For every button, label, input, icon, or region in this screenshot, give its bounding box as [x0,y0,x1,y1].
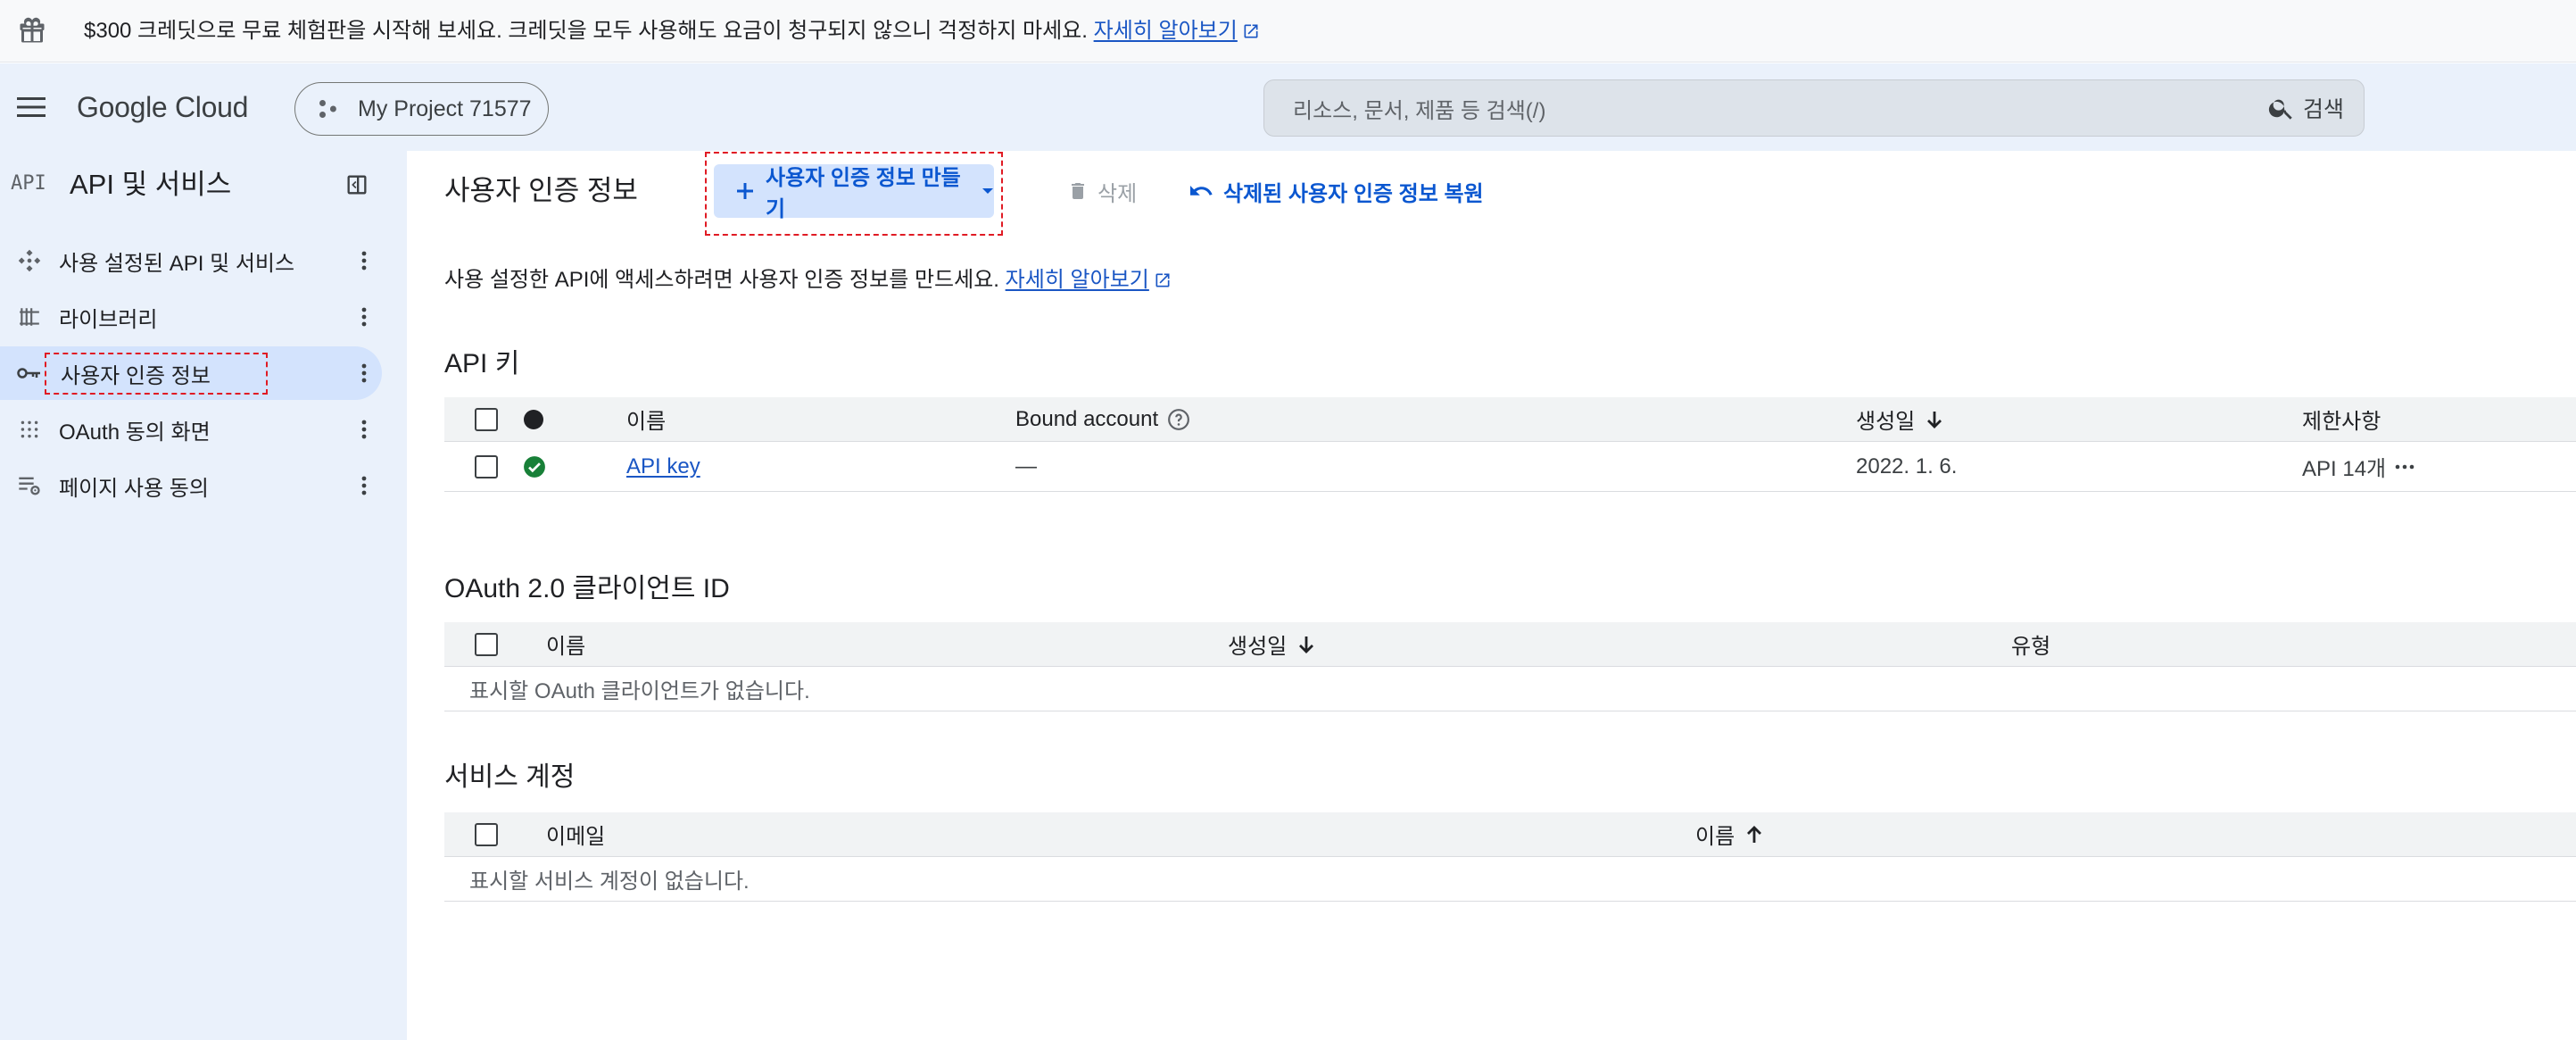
status-column-icon [523,409,544,430]
restore-deleted-credentials-button[interactable]: 삭제된 사용자 인증 정보 복원 [1188,164,1484,218]
collapse-sidebar-icon[interactable] [344,172,369,197]
api-key-name-link[interactable]: API key [626,454,700,479]
banner-learn-more-link[interactable]: 자세히 알아보기 [1094,19,1238,43]
restore-label: 삭제된 사용자 인증 정보 복원 [1223,181,1484,206]
check-circle-icon [523,455,546,478]
sidebar-header: API API 및 서비스 [0,151,407,219]
search-bar[interactable]: 리소스, 문서, 제품 등 검색(/) 검색 [1263,79,2365,137]
sidebar-item-library[interactable]: 라이브러리 [0,290,382,344]
sidebar-title: API 및 서비스 [70,169,232,200]
arrow-down-icon[interactable] [1296,633,1317,656]
search-button-label: 검색 [2302,97,2344,122]
sidebar-item-enabled-apis[interactable]: 사용 설정된 API 및 서비스 [0,234,382,287]
page-title: 사용자 인증 정보 [444,175,638,206]
api-diamond-icon [0,248,59,273]
intro-text: 사용 설정한 API에 액세스하려면 사용자 인증 정보를 만드세요. [444,268,999,292]
restrictions-value: API 14개 [2302,457,2387,481]
more-horiz-icon[interactable] [2395,464,2414,470]
search-input[interactable]: 리소스, 문서, 제품 등 검색(/) [1293,93,2267,124]
plus-icon [735,181,755,201]
table-row: API key — 2022. 1. 6. API 14개 [444,442,2576,492]
undo-icon [1188,180,1214,202]
service-accounts-empty-message: 표시할 서비스 계정이 없습니다. [469,869,750,894]
empty-row: 표시할 OAuth 클라이언트가 없습니다. [444,667,2576,711]
sidebar-item-label: 사용 설정된 API 및 서비스 [59,251,295,276]
trash-icon [1067,179,1089,203]
project-name: My Project 71577 [358,96,532,121]
more-vert-icon[interactable] [346,476,382,495]
sidebar-item-credentials[interactable]: 사용자 인증 정보 [0,346,382,400]
create-credentials-label: 사용자 인증 정보 만들기 [766,166,961,221]
create-credentials-button[interactable]: 사용자 인증 정보 만들기 [714,164,994,221]
select-all-checkbox[interactable] [475,822,498,846]
sidebar: API API 및 서비스 사용 설정된 API 및 서비스 라이브러리 사용자… [0,151,407,1040]
bound-account-value: — [1015,453,1037,478]
sidebar-item-label: OAuth 동의 화면 [59,420,211,445]
column-header-name[interactable]: 이름 [546,628,585,660]
more-vert-icon[interactable] [346,251,382,270]
main-content: 사용자 인증 정보 사용자 인증 정보 만들기 삭제 삭제된 사용자 인증 정보… [407,151,2576,1040]
column-header-type[interactable]: 유형 [2011,628,2050,660]
search-button[interactable]: 검색 [2267,92,2364,124]
service-accounts-section-title: 서비스 계정 [444,762,576,792]
delete-label: 삭제 [1097,181,1138,206]
service-accounts-table-header: 이메일 이름 [444,812,2576,857]
api-keys-table-header: 이름 Bound account 생성일 제한사항 [444,397,2576,442]
column-header-email[interactable]: 이메일 [546,819,605,850]
intro-text-block: 사용 설정한 API에 액세스하려면 사용자 인증 정보를 만드세요. 자세히 … [444,262,1172,293]
external-link-icon [1154,271,1172,289]
main-menu-button[interactable] [11,87,52,128]
delete-button[interactable]: 삭제 [1067,164,1137,218]
banner-text: $300 크레딧으로 무료 체험판을 시작해 보세요. 크레딧을 모두 사용해도… [84,19,1088,43]
gift-icon [16,14,48,46]
promo-banner: $300 크레딧으로 무료 체험판을 시작해 보세요. 크레딧을 모두 사용해도… [0,0,2576,62]
project-picker-button[interactable]: My Project 71577 [294,82,549,136]
api-badge-icon: API [11,172,46,195]
sidebar-item-label: 페이지 사용 동의 [59,476,209,501]
oauth-empty-message: 표시할 OAuth 클라이언트가 없습니다. [469,679,810,703]
created-date: 2022. 1. 6. [1856,453,1958,478]
more-vert-icon[interactable] [346,420,382,439]
intro-learn-more-link[interactable]: 자세히 알아보기 [1006,268,1149,292]
more-vert-icon[interactable] [346,307,382,327]
top-bar: Google Cloud My Project 71577 리소스, 문서, 제… [0,63,2576,151]
arrow-up-icon[interactable] [1744,823,1765,846]
search-icon [2267,94,2296,122]
column-header-name[interactable]: 이름 [1695,819,1735,850]
oauth-dots-icon [0,418,59,441]
column-header-restrictions: 제한사항 [2302,410,2381,434]
select-all-checkbox[interactable] [475,632,498,656]
more-vert-icon[interactable] [346,363,382,383]
column-header-name[interactable]: 이름 [626,404,666,435]
help-icon[interactable] [1167,408,1190,431]
row-checkbox[interactable] [475,454,498,478]
api-keys-section-title: API 키 [444,349,520,379]
empty-row: 표시할 서비스 계정이 없습니다. [444,857,2576,902]
arrow-down-icon[interactable] [1924,408,1945,431]
sidebar-item-label: 라이브러리 [59,307,158,332]
google-cloud-logo[interactable]: Google Cloud [77,63,248,151]
page-settings-icon [0,474,59,497]
dropdown-arrow-icon [982,187,994,195]
oauth-section-title: OAuth 2.0 클라이언트 ID [444,574,730,603]
column-header-bound-account: Bound account [1015,406,1159,431]
sidebar-item-oauth-consent[interactable]: OAuth 동의 화면 [0,403,382,456]
hamburger-menu-icon [17,96,46,118]
library-icon [0,305,59,329]
column-header-created[interactable]: 생성일 [1228,628,1287,660]
select-all-checkbox[interactable] [475,407,498,431]
column-header-created[interactable]: 생성일 [1856,404,1915,435]
oauth-table-header: 이름 생성일 유형 [444,622,2576,667]
sidebar-item-page-consent[interactable]: 페이지 사용 동의 [0,459,382,512]
sidebar-item-label: 사용자 인증 정보 [45,352,268,395]
project-hierarchy-icon [317,97,340,121]
external-link-icon [1242,22,1260,40]
